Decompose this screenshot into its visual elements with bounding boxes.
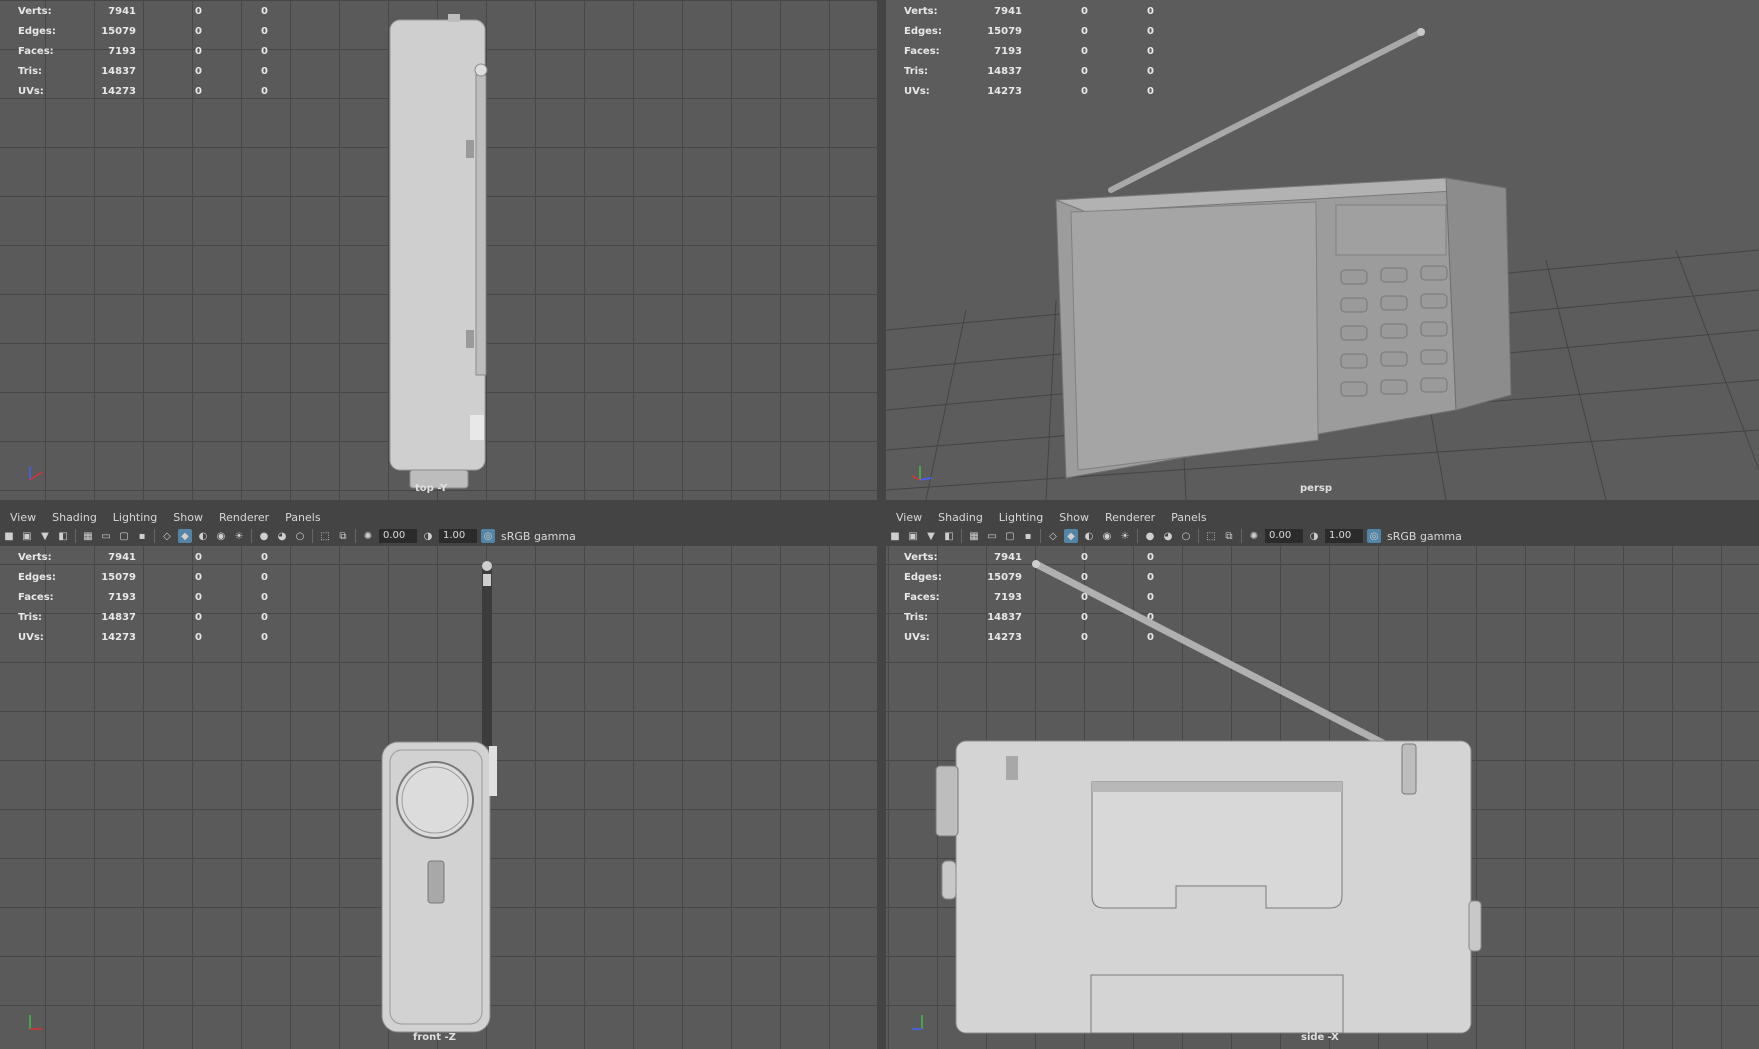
- camera-icon[interactable]: ■: [888, 529, 902, 543]
- shadows-icon[interactable]: ●: [1143, 529, 1157, 543]
- panel-menubar: View Shading Lighting Show Renderer Pane…: [888, 506, 1757, 528]
- gamma-icon[interactable]: ◑: [1307, 529, 1321, 543]
- panel-toolbar: ■ ▣ ▼ ◧ ▦ ▭ ▢ ▪ ◇ ◆ ◐ ◉ ☀ ● ◕ ○ ⬚ ⧉ ✺ 0.…: [0, 526, 877, 546]
- color-management-icon[interactable]: ◎: [481, 529, 495, 543]
- panel-header-front: View Shading Lighting Show Renderer Pane…: [0, 506, 877, 528]
- gamma-field[interactable]: 1.00: [1325, 529, 1363, 543]
- camera-attributes-icon[interactable]: ▣: [906, 529, 920, 543]
- exposure-field[interactable]: 0.00: [379, 529, 417, 543]
- menu-show[interactable]: Show: [1051, 511, 1097, 524]
- grid-icon[interactable]: ▦: [967, 529, 981, 543]
- menu-view[interactable]: View: [2, 511, 44, 524]
- axis-gizmo: [29, 466, 43, 481]
- radio-model-top[interactable]: [0, 0, 877, 500]
- image-plane-icon[interactable]: ◧: [942, 529, 956, 543]
- color-management-icon[interactable]: ◎: [1367, 529, 1381, 543]
- isolate-select-icon[interactable]: ⬚: [318, 529, 332, 543]
- camera-label-top: top -Y: [415, 483, 448, 494]
- gamma-field[interactable]: 1.00: [439, 529, 477, 543]
- ambient-occlusion-icon[interactable]: ◕: [275, 529, 289, 543]
- menu-lighting[interactable]: Lighting: [105, 511, 165, 524]
- menu-lighting[interactable]: Lighting: [991, 511, 1051, 524]
- lights-icon[interactable]: ☀: [232, 529, 246, 543]
- menu-panels[interactable]: Panels: [1163, 511, 1214, 524]
- camera-attributes-icon[interactable]: ▣: [20, 529, 34, 543]
- isolate-select-icon[interactable]: ⬚: [1204, 529, 1218, 543]
- menu-panels[interactable]: Panels: [277, 511, 328, 524]
- menu-show[interactable]: Show: [165, 511, 211, 524]
- gate-mask-icon[interactable]: ▪: [135, 529, 149, 543]
- default-material-icon[interactable]: ◐: [1082, 529, 1096, 543]
- toolbar-separator: [355, 529, 356, 543]
- lights-icon[interactable]: ☀: [1118, 529, 1132, 543]
- viewport-top[interactable]: Verts: 7941 0 0 Edges: 15079 0 0 Faces: 7193 0 0 …: [0, 0, 877, 500]
- axis-gizmo: [29, 1015, 42, 1030]
- axis-gizmo: [911, 466, 933, 481]
- radio-model-side[interactable]: [886, 546, 1759, 1049]
- wireframe-icon[interactable]: ◇: [160, 529, 174, 543]
- gamma-icon[interactable]: ◑: [421, 529, 435, 543]
- camera-label-side: side -X: [1301, 1032, 1339, 1043]
- shadows-icon[interactable]: ●: [257, 529, 271, 543]
- exposure-icon[interactable]: ✺: [361, 529, 375, 543]
- toolbar-separator: [251, 529, 252, 543]
- toolbar-separator: [1241, 529, 1242, 543]
- menu-renderer[interactable]: Renderer: [211, 511, 277, 524]
- panel-header-side: View Shading Lighting Show Renderer Pane…: [886, 506, 1759, 528]
- viewport-persp[interactable]: Verts: 7941 0 0 Edges: 15079 0 0 Faces: 7193 0 0 …: [886, 0, 1759, 500]
- menu-renderer[interactable]: Renderer: [1097, 511, 1163, 524]
- toolbar-separator: [1137, 529, 1138, 543]
- camera-label-persp: persp: [1300, 483, 1332, 494]
- resolution-gate-icon[interactable]: ▢: [1003, 529, 1017, 543]
- grid-icon[interactable]: ▦: [81, 529, 95, 543]
- color-space-label[interactable]: sRGB gamma: [1387, 530, 1462, 543]
- bookmark-icon[interactable]: ▼: [924, 529, 938, 543]
- menu-view[interactable]: View: [888, 511, 930, 524]
- xray-joints-icon[interactable]: ⧉: [336, 529, 350, 543]
- resolution-gate-icon[interactable]: ▢: [117, 529, 131, 543]
- gate-mask-icon[interactable]: ▪: [1021, 529, 1035, 543]
- toolbar-separator: [75, 529, 76, 543]
- color-space-label[interactable]: sRGB gamma: [501, 530, 576, 543]
- camera-label-front: front -Z: [413, 1032, 456, 1043]
- axis-gizmo: [912, 1015, 923, 1030]
- exposure-field[interactable]: 0.00: [1265, 529, 1303, 543]
- panel-toolbar: ■ ▣ ▼ ◧ ▦ ▭ ▢ ▪ ◇ ◆ ◐ ◉ ☀ ● ◕ ○ ⬚ ⧉ ✺ 0.…: [886, 526, 1759, 546]
- bookmark-icon[interactable]: ▼: [38, 529, 52, 543]
- xray-icon[interactable]: ○: [293, 529, 307, 543]
- toolbar-separator: [154, 529, 155, 543]
- film-gate-icon[interactable]: ▭: [99, 529, 113, 543]
- ambient-occlusion-icon[interactable]: ◕: [1161, 529, 1175, 543]
- radio-model-persp[interactable]: [886, 0, 1759, 500]
- wireframe-icon[interactable]: ◇: [1046, 529, 1060, 543]
- smooth-shade-icon[interactable]: ◆: [178, 529, 192, 543]
- camera-icon[interactable]: ■: [2, 529, 16, 543]
- xray-icon[interactable]: ○: [1179, 529, 1193, 543]
- image-plane-icon[interactable]: ◧: [56, 529, 70, 543]
- xray-joints-icon[interactable]: ⧉: [1222, 529, 1236, 543]
- radio-model-front[interactable]: [0, 546, 877, 1049]
- exposure-icon[interactable]: ✺: [1247, 529, 1261, 543]
- film-gate-icon[interactable]: ▭: [985, 529, 999, 543]
- toolbar-separator: [961, 529, 962, 543]
- viewport-vertical-divider[interactable]: [877, 0, 886, 1049]
- menu-shading[interactable]: Shading: [930, 511, 991, 524]
- toolbar-separator: [312, 529, 313, 543]
- toolbar-separator: [1040, 529, 1041, 543]
- viewport-front[interactable]: Verts: 7941 0 0 Edges: 15079 0 0 Faces: 7193 0 0 …: [0, 546, 877, 1049]
- textured-icon[interactable]: ◉: [214, 529, 228, 543]
- panel-menubar: View Shading Lighting Show Renderer Pane…: [2, 506, 875, 528]
- textured-icon[interactable]: ◉: [1100, 529, 1114, 543]
- viewport-side[interactable]: Verts: 7941 0 0 Edges: 15079 0 0 Faces: 7193 0 0 …: [886, 546, 1759, 1049]
- menu-shading[interactable]: Shading: [44, 511, 105, 524]
- default-material-icon[interactable]: ◐: [196, 529, 210, 543]
- smooth-shade-icon[interactable]: ◆: [1064, 529, 1078, 543]
- toolbar-separator: [1198, 529, 1199, 543]
